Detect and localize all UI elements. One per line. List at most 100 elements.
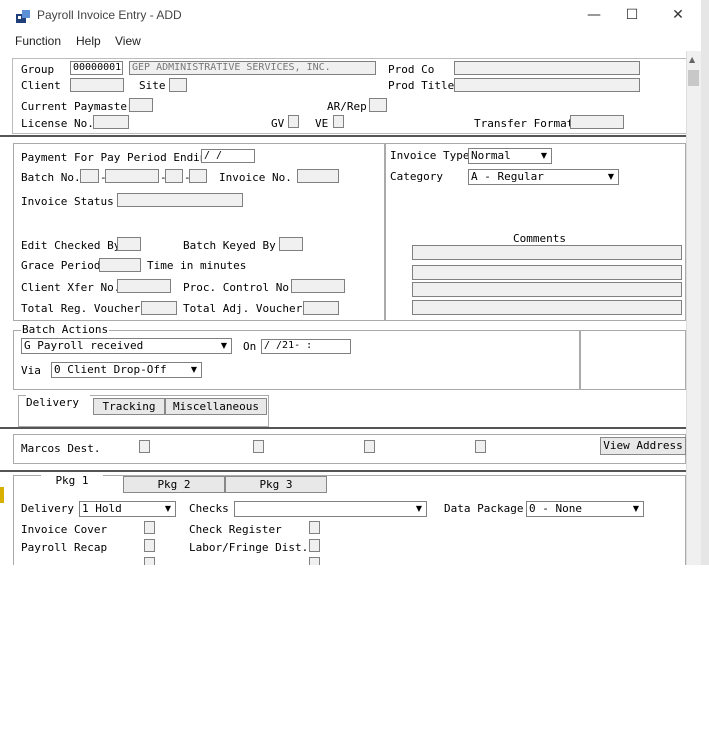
gv-checkbox[interactable] xyxy=(288,115,299,128)
ve-label: VE xyxy=(315,117,329,130)
marcos-dest-checkbox-4[interactable] xyxy=(475,440,486,453)
view-address-button[interactable]: View Address xyxy=(600,437,686,455)
marcos-dest-checkbox-2[interactable] xyxy=(253,440,264,453)
site-label: Site xyxy=(139,79,166,92)
transfer-format-field[interactable] xyxy=(570,115,624,129)
side-marker xyxy=(0,487,4,503)
minimize-button[interactable]: — xyxy=(583,6,605,24)
invoice-cover-label: Invoice Cover xyxy=(21,523,108,536)
batch-field-1[interactable] xyxy=(80,169,99,183)
on-label: On xyxy=(243,340,257,353)
maximize-button[interactable]: ☐ xyxy=(621,6,643,24)
menu-help[interactable]: Help xyxy=(76,34,101,48)
license-field[interactable] xyxy=(93,115,129,129)
chevron-down-icon: ▼ xyxy=(540,151,548,160)
tab-miscellaneous[interactable]: Miscellaneous xyxy=(165,398,267,415)
pkg-section xyxy=(13,475,686,565)
chevron-down-icon: ▼ xyxy=(220,341,228,350)
proc-control-label: Proc. Control No. xyxy=(183,281,296,294)
site-field[interactable] xyxy=(169,78,187,92)
tab-pkg-3[interactable]: Pkg 3 xyxy=(225,476,327,493)
chevron-down-icon: ▼ xyxy=(415,504,423,513)
checks-select[interactable]: ▼ xyxy=(234,501,427,517)
group-code-field[interactable]: 00000001 xyxy=(70,61,123,75)
invoice-status-field xyxy=(117,193,243,207)
chevron-down-icon: ▼ xyxy=(607,172,615,181)
close-button[interactable]: ✕ xyxy=(667,6,689,24)
window-edge xyxy=(701,0,709,565)
batch-field-2[interactable] xyxy=(105,169,159,183)
partial-row-checkbox-2[interactable] xyxy=(309,557,320,565)
check-register-checkbox[interactable] xyxy=(309,521,320,534)
grace-period-field[interactable] xyxy=(99,258,141,272)
prod-title-label: Prod Title xyxy=(388,79,455,92)
ar-rep-field[interactable] xyxy=(369,98,387,112)
batch-action-value: G Payroll received xyxy=(24,339,144,352)
scrollbar-thumb[interactable] xyxy=(688,70,699,86)
client-field[interactable] xyxy=(70,78,124,92)
section-divider xyxy=(0,135,686,137)
batch-action-select[interactable]: G Payroll received ▼ xyxy=(21,338,232,354)
menu-view[interactable]: View xyxy=(115,34,141,48)
current-paymaster-field[interactable] xyxy=(129,98,153,112)
via-value: 0 Client Drop-Off xyxy=(54,363,167,376)
proc-control-field[interactable] xyxy=(291,279,345,293)
labor-fringe-checkbox[interactable] xyxy=(309,539,320,552)
invoice-type-select[interactable]: Normal ▼ xyxy=(468,148,552,164)
prod-co-label: Prod Co xyxy=(388,63,435,76)
batch-field-4[interactable] xyxy=(189,169,207,183)
invoice-no-field[interactable] xyxy=(297,169,339,183)
on-datetime-field[interactable]: / /21- : xyxy=(261,339,351,354)
payroll-recap-checkbox[interactable] xyxy=(144,539,155,552)
data-package-select[interactable]: 0 - None ▼ xyxy=(526,501,644,517)
ar-rep-label: AR/Rep xyxy=(327,100,367,113)
marcos-dest-checkbox-1[interactable] xyxy=(139,440,150,453)
client-label: Client xyxy=(21,79,61,92)
comments-line-2[interactable] xyxy=(412,265,682,280)
invoice-cover-checkbox[interactable] xyxy=(144,521,155,534)
form-area: Group 00000001 GEP ADMINISTRATIVE SERVIC… xyxy=(0,51,686,565)
time-minutes-label: Time in minutes xyxy=(147,259,247,272)
total-adj-label: Total Adj. Vouchers xyxy=(183,302,309,315)
prod-title-field xyxy=(454,78,640,92)
tab-delivery[interactable]: Delivery xyxy=(26,395,90,412)
scroll-up-icon[interactable]: ▲ xyxy=(689,55,695,64)
batch-field-3[interactable] xyxy=(165,169,183,183)
menu-function[interactable]: Function xyxy=(15,34,61,48)
category-select[interactable]: A - Regular ▼ xyxy=(468,169,619,185)
via-select[interactable]: 0 Client Drop-Off ▼ xyxy=(51,362,202,378)
tab-pkg-2[interactable]: Pkg 2 xyxy=(123,476,225,493)
batch-actions-side xyxy=(580,330,686,390)
partial-row-checkbox-1[interactable] xyxy=(144,557,155,565)
tab-pkg-1[interactable]: Pkg 1 xyxy=(41,473,103,490)
check-register-label: Check Register xyxy=(189,523,282,536)
invoice-no-label: Invoice No. xyxy=(219,171,292,184)
pkg-divider xyxy=(0,470,686,472)
payroll-recap-label: Payroll Recap xyxy=(21,541,108,554)
comments-label: Comments xyxy=(513,232,566,245)
app-window: Payroll Invoice Entry - ADD — ☐ ✕ Functi… xyxy=(0,0,709,565)
batch-keyed-label: Batch Keyed By xyxy=(183,239,276,252)
window-title: Payroll Invoice Entry - ADD xyxy=(37,8,182,22)
category-label: Category xyxy=(390,170,443,183)
vertical-scrollbar[interactable] xyxy=(686,51,702,565)
comments-line-3[interactable] xyxy=(412,282,682,297)
delivery-select[interactable]: 1 Hold ▼ xyxy=(79,501,176,517)
batch-keyed-field[interactable] xyxy=(279,237,303,251)
client-xfer-field[interactable] xyxy=(117,279,171,293)
delivery-value: 1 Hold xyxy=(82,502,122,515)
tab-tracking[interactable]: Tracking xyxy=(93,398,165,415)
edit-checked-field[interactable] xyxy=(117,237,141,251)
invoice-status-label: Invoice Status xyxy=(21,195,114,208)
pay-period-field[interactable]: / / xyxy=(201,149,255,163)
total-reg-field xyxy=(141,301,177,315)
comments-line-1[interactable] xyxy=(412,245,682,260)
ve-checkbox[interactable] xyxy=(333,115,344,128)
batch-label: Batch No. xyxy=(21,171,81,184)
batch-actions-title: Batch Actions xyxy=(21,323,110,336)
edit-checked-label: Edit Checked By xyxy=(21,239,121,252)
invoice-type-label: Invoice Type xyxy=(390,149,470,162)
comments-line-4[interactable] xyxy=(412,300,682,315)
title-bar: Payroll Invoice Entry - ADD — ☐ ✕ xyxy=(0,0,709,31)
marcos-dest-checkbox-3[interactable] xyxy=(364,440,375,453)
